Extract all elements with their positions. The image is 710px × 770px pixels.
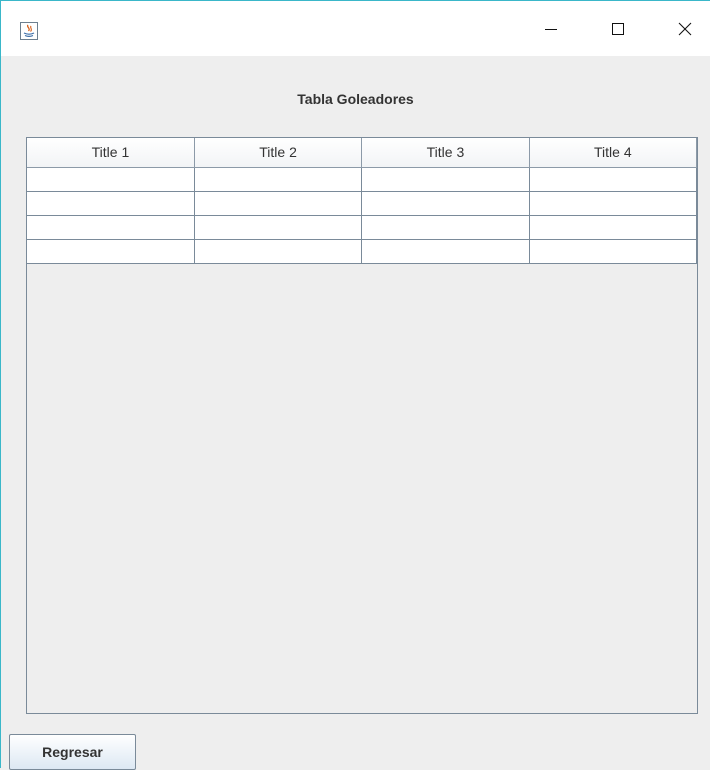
maximize-button[interactable] bbox=[595, 1, 641, 56]
table-row[interactable] bbox=[27, 215, 698, 240]
table-row[interactable] bbox=[27, 239, 698, 264]
table-cell[interactable] bbox=[529, 191, 698, 216]
table-cell[interactable] bbox=[27, 167, 195, 192]
goleadores-table[interactable]: Title 1 Title 2 Title 3 Title 4 bbox=[27, 138, 698, 264]
column-header[interactable]: Title 3 bbox=[361, 138, 530, 168]
app-window: Tabla Goleadores Title 1 Title 2 Title 3… bbox=[0, 0, 710, 770]
minimize-icon bbox=[545, 28, 557, 30]
column-header[interactable]: Title 1 bbox=[27, 138, 195, 168]
back-button[interactable]: Regresar bbox=[9, 734, 136, 770]
maximize-icon bbox=[612, 22, 624, 35]
table-cell[interactable] bbox=[194, 191, 363, 216]
table-cell[interactable] bbox=[529, 239, 698, 264]
table-cell[interactable] bbox=[27, 191, 195, 216]
table-row[interactable] bbox=[27, 167, 698, 192]
table-cell[interactable] bbox=[27, 215, 195, 240]
column-header[interactable]: Title 2 bbox=[194, 138, 363, 168]
close-button[interactable] bbox=[662, 1, 708, 56]
table-cell[interactable] bbox=[194, 239, 363, 264]
java-app-icon[interactable] bbox=[19, 21, 39, 41]
table-cell[interactable] bbox=[194, 167, 363, 192]
table-cell[interactable] bbox=[27, 239, 195, 264]
table-cell[interactable] bbox=[194, 215, 363, 240]
table-header-row: Title 1 Title 2 Title 3 Title 4 bbox=[27, 138, 698, 168]
table-cell[interactable] bbox=[361, 167, 530, 192]
table-cell[interactable] bbox=[529, 215, 698, 240]
table-scroll-pane[interactable]: Title 1 Title 2 Title 3 Title 4 bbox=[26, 137, 698, 714]
table-row[interactable] bbox=[27, 191, 698, 216]
page-title: Tabla Goleadores bbox=[297, 91, 414, 107]
column-header[interactable]: Title 4 bbox=[529, 138, 698, 168]
table-cell[interactable] bbox=[361, 215, 530, 240]
table-cell[interactable] bbox=[529, 167, 698, 192]
close-icon bbox=[678, 22, 692, 35]
table-cell[interactable] bbox=[361, 239, 530, 264]
table-cell[interactable] bbox=[361, 191, 530, 216]
minimize-button[interactable] bbox=[528, 1, 574, 56]
title-bar[interactable] bbox=[1, 1, 710, 56]
